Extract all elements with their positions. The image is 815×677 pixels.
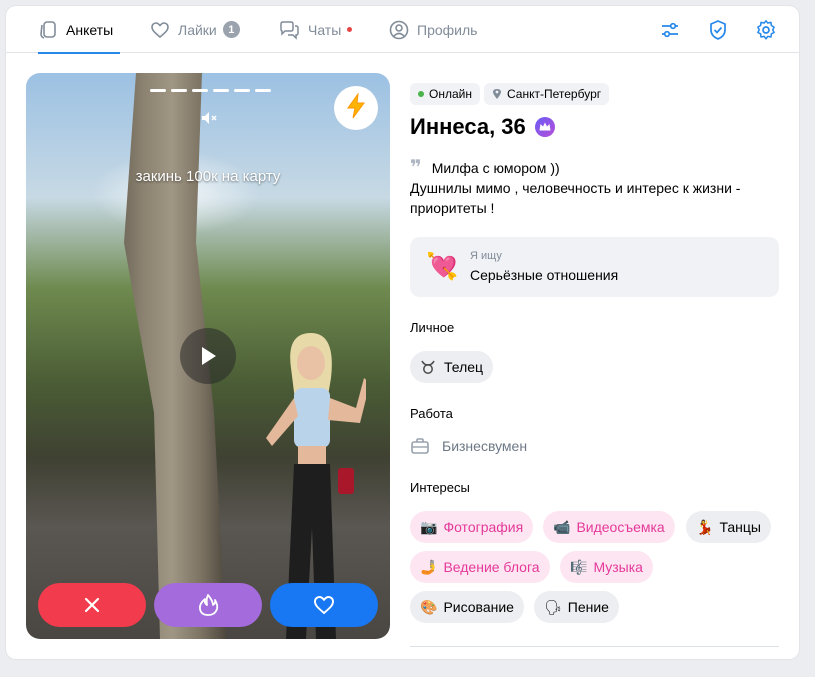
- gear-icon[interactable]: [754, 18, 778, 42]
- play-icon: [202, 347, 216, 365]
- speaking-head-icon: 🗣: [544, 598, 562, 615]
- profile-card: Анкеты Лайки 1 Чаты Профиль закинь 100к …: [6, 6, 799, 659]
- city-chip: Санкт-Петербург: [484, 83, 610, 105]
- interest-chip: 📷 Фотография: [410, 511, 534, 543]
- interest-chip: 🗣 Пение: [534, 591, 619, 623]
- interest-label: Видеосъемка: [576, 519, 665, 535]
- zodiac-chip: Телец: [410, 351, 494, 383]
- interest-chip: 📹 Видеосъемка: [543, 511, 675, 543]
- boost-button[interactable]: [334, 86, 378, 130]
- cards-icon: [38, 20, 58, 40]
- looking-for-label: Я ищу: [470, 250, 502, 262]
- likes-count-badge: 1: [222, 21, 240, 38]
- interest-label: Танцы: [719, 519, 761, 535]
- interest-chip: 🤳 Ведение блога: [410, 551, 550, 583]
- interest-chip: 🎼 Музыка: [560, 551, 653, 583]
- divider: [410, 646, 779, 647]
- top-nav: Анкеты Лайки 1 Чаты Профиль: [6, 6, 799, 54]
- looking-for-box: 💘 Я ищу Серьёзные отношения: [410, 237, 779, 297]
- profile-photo[interactable]: закинь 100к на карту: [26, 73, 390, 639]
- interest-label: Ведение блога: [443, 559, 540, 575]
- online-status-label: Онлайн: [429, 87, 472, 101]
- story-progress: [150, 89, 271, 92]
- zodiac-label: Телец: [444, 359, 484, 375]
- section-interests-title: Интересы: [410, 480, 470, 495]
- location-pin-icon: [493, 89, 501, 99]
- filters-icon[interactable]: [658, 18, 682, 42]
- heart-icon: [150, 21, 170, 39]
- bio-line-1: Милфа с юмором )): [431, 160, 560, 176]
- interest-label: Музыка: [593, 559, 643, 575]
- section-work-title: Работа: [410, 406, 453, 421]
- unread-dot: [347, 27, 353, 32]
- looking-for-value: Серьёзные отношения: [470, 267, 619, 283]
- tab-likes-label: Лайки: [178, 21, 217, 38]
- interest-label: Рисование: [443, 599, 514, 615]
- shield-icon[interactable]: [706, 18, 730, 42]
- interest-label: Фотография: [443, 519, 524, 535]
- taurus-icon: [421, 360, 435, 374]
- heart-icon: [314, 596, 334, 615]
- camera-icon: 📷: [420, 518, 438, 535]
- online-status: Онлайн: [410, 83, 480, 105]
- video-camera-icon: 📹: [553, 518, 571, 535]
- city-label: Санкт-Петербург: [507, 87, 602, 101]
- interest-chip: 💃 Танцы: [686, 511, 771, 543]
- mute-icon[interactable]: [199, 108, 219, 128]
- online-dot: [418, 91, 424, 97]
- interest-label: Пение: [567, 599, 609, 615]
- like-button[interactable]: [270, 583, 378, 627]
- photo-caption: закинь 100к на карту: [135, 168, 281, 185]
- dancer-icon: 💃: [696, 518, 714, 535]
- selfie-icon: 🤳: [420, 558, 438, 575]
- profile-icon: [389, 20, 409, 40]
- interest-chip: 🎨 Рисование: [410, 591, 524, 623]
- briefcase-icon: [411, 438, 429, 454]
- tab-chats-label: Чаты: [308, 21, 342, 38]
- lightning-icon: [346, 91, 366, 124]
- artist-icon: 🎨: [420, 598, 438, 615]
- tab-likes[interactable]: Лайки 1: [150, 6, 240, 53]
- quote-icon: ❞: [410, 157, 422, 179]
- bio-line-2: Душнилы мимо , человечность и интерес к …: [410, 180, 741, 216]
- tab-chats[interactable]: Чаты: [278, 6, 353, 53]
- name-age: Иннеса, 36: [410, 114, 526, 139]
- profile-name: Иннеса, 36: [410, 114, 556, 140]
- chat-icon: [278, 20, 300, 40]
- bio: ❞ Милфа с юмором )) Душнилы мимо , челов…: [410, 158, 780, 218]
- tab-profiles[interactable]: Анкеты: [38, 6, 120, 54]
- work-value: Бизнесвумен: [442, 438, 528, 454]
- play-button[interactable]: [180, 328, 236, 384]
- tab-profile-label: Профиль: [417, 21, 478, 38]
- section-personal-title: Личное: [410, 320, 455, 335]
- tab-profile[interactable]: Профиль: [389, 6, 477, 53]
- premium-crown-icon: [534, 116, 556, 138]
- tab-profiles-label: Анкеты: [66, 21, 114, 38]
- work-row: Бизнесвумен: [410, 437, 527, 455]
- superlike-button[interactable]: [154, 583, 262, 627]
- flame-icon: [198, 594, 219, 616]
- music-icon: 🎼: [570, 558, 588, 575]
- dislike-button[interactable]: [38, 583, 146, 627]
- close-icon: [84, 597, 100, 613]
- hearts-icon: 💘: [426, 251, 459, 281]
